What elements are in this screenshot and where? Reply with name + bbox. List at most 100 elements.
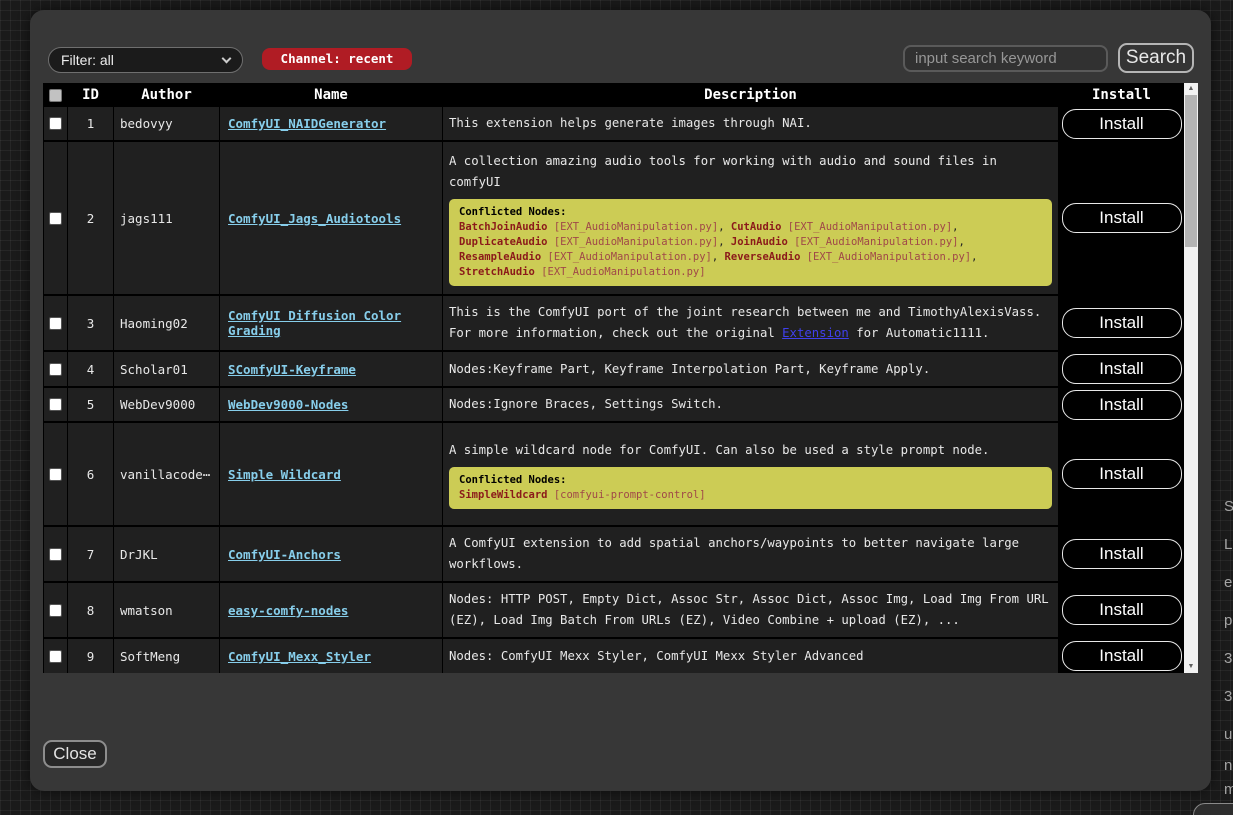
menu-text-fragment: u [1224, 726, 1232, 743]
conflicted-nodes-list: BatchJoinAudio [EXT_AudioManipulation.py… [459, 220, 1042, 280]
table-row: 4Scholar01SComfyUI-KeyframeNodes:Keyfram… [44, 351, 1185, 387]
extension-name-link[interactable]: ComfyUI_Mexx_Styler [228, 649, 371, 664]
install-button[interactable]: Install [1062, 354, 1182, 384]
row-checkbox[interactable] [49, 398, 62, 411]
table-row: 6vanillacode⋯Simple WildcardA simple wil… [44, 422, 1185, 526]
header-id: ID [68, 84, 114, 106]
scroll-down-arrow-icon[interactable]: ▼ [1184, 661, 1198, 673]
install-button[interactable]: Install [1062, 390, 1182, 420]
row-description: A ComfyUI extension to add spatial ancho… [443, 526, 1059, 582]
row-id: 8 [68, 582, 114, 638]
description-text: Nodes: ComfyUI Mexx Styler, ComfyUI Mexx… [449, 646, 1052, 667]
row-author: jags111 [114, 141, 220, 295]
row-install-cell: Install [1059, 106, 1185, 141]
row-checkbox[interactable] [49, 212, 62, 225]
conflicted-nodes-warning: Conflicted Nodes:SimpleWildcard [comfyui… [449, 467, 1052, 509]
menu-text-fragment: L [1224, 536, 1232, 553]
conflict-node-name: SimpleWildcard [459, 489, 548, 501]
row-checkbox[interactable] [49, 468, 62, 481]
extension-name-link[interactable]: ComfyUI Diffusion Color Grading [228, 308, 401, 338]
extension-name-link[interactable]: easy-comfy-nodes [228, 603, 348, 618]
external-extension-link[interactable]: Extension [782, 326, 849, 340]
extension-name-link[interactable]: ComfyUI_Jags_Audiotools [228, 211, 401, 226]
description-text: Nodes: HTTP POST, Empty Dict, Assoc Str,… [449, 589, 1052, 631]
row-description: This extension helps generate images thr… [443, 106, 1059, 141]
table-scrollbar[interactable]: ▲ ▼ [1184, 83, 1198, 673]
conflict-node-name: DuplicateAudio [459, 236, 548, 248]
search-button[interactable]: Search [1118, 43, 1194, 73]
row-checkbox-cell [44, 106, 68, 141]
row-checkbox-cell [44, 582, 68, 638]
comfyui-canvas-background: SLep33unm Filter: all Channel: recent Se… [0, 0, 1233, 815]
row-name-cell: ComfyUI_NAIDGenerator [220, 106, 443, 141]
conflict-node-source: [EXT_AudioManipulation.py] [554, 236, 718, 248]
row-checkbox-cell [44, 141, 68, 295]
custom-nodes-install-dialog: Filter: all Channel: recent Search ID Au… [30, 10, 1211, 791]
conflict-node-source: [EXT_AudioManipulation.py] [807, 251, 971, 263]
row-name-cell: ComfyUI Diffusion Color Grading [220, 295, 443, 351]
menu-text-fragment: n [1224, 757, 1232, 774]
scrollbar-thumb[interactable] [1185, 95, 1197, 247]
extension-name-link[interactable]: ComfyUI-Anchors [228, 547, 341, 562]
row-checkbox[interactable] [49, 117, 62, 130]
row-description: This is the ComfyUI port of the joint re… [443, 295, 1059, 351]
row-checkbox[interactable] [49, 650, 62, 663]
header-author: Author [114, 84, 220, 106]
extension-name-link[interactable]: Simple Wildcard [228, 467, 341, 482]
row-author: bedovyy [114, 106, 220, 141]
row-checkbox[interactable] [49, 363, 62, 376]
extension-name-link[interactable]: WebDev9000-Nodes [228, 397, 348, 412]
extension-name-link[interactable]: ComfyUI_NAIDGenerator [228, 116, 386, 131]
conflict-node-name: ResampleAudio [459, 251, 541, 263]
install-button[interactable]: Install [1062, 109, 1182, 139]
conflict-node-source: [EXT_AudioManipulation.py] [794, 236, 958, 248]
row-id: 6 [68, 422, 114, 526]
search-input[interactable] [903, 45, 1108, 72]
conflict-node-name: StretchAudio [459, 266, 535, 278]
conflicted-nodes-warning: Conflicted Nodes:BatchJoinAudio [EXT_Aud… [449, 199, 1052, 286]
filter-select-wrap: Filter: all [48, 47, 243, 73]
conflict-node-name: BatchJoinAudio [459, 221, 548, 233]
table-header-row: ID Author Name Description Install [44, 84, 1185, 106]
select-all-checkbox[interactable] [49, 89, 62, 102]
channel-button[interactable]: Channel: recent [262, 48, 412, 70]
row-checkbox[interactable] [49, 317, 62, 330]
scroll-up-arrow-icon[interactable]: ▲ [1184, 83, 1198, 95]
row-id: 4 [68, 351, 114, 387]
row-author: wmatson [114, 582, 220, 638]
extension-name-link[interactable]: SComfyUI-Keyframe [228, 362, 356, 377]
install-button[interactable]: Install [1062, 595, 1182, 625]
row-checkbox-cell [44, 422, 68, 526]
description-text: This is the ComfyUI port of the joint re… [449, 302, 1052, 344]
install-button[interactable]: Install [1062, 539, 1182, 569]
description-text: A ComfyUI extension to add spatial ancho… [449, 533, 1052, 575]
row-name-cell: ComfyUI_Jags_Audiotools [220, 141, 443, 295]
extensions-table: ID Author Name Description Install 1bedo… [43, 83, 1184, 673]
row-install-cell: Install [1059, 422, 1185, 526]
row-name-cell: easy-comfy-nodes [220, 582, 443, 638]
row-install-cell: Install [1059, 351, 1185, 387]
background-partial-button[interactable] [1193, 803, 1233, 815]
description-text: Nodes:Ignore Braces, Settings Switch. [449, 394, 1052, 415]
row-install-cell: Install [1059, 387, 1185, 422]
filter-select[interactable]: Filter: all [48, 47, 243, 73]
conflict-node-name: JoinAudio [731, 236, 788, 248]
table-row: 2jags111ComfyUI_Jags_AudiotoolsA collect… [44, 141, 1185, 295]
install-button[interactable]: Install [1062, 641, 1182, 671]
row-checkbox-cell [44, 387, 68, 422]
row-description: Nodes: HTTP POST, Empty Dict, Assoc Str,… [443, 582, 1059, 638]
conflict-node-name: ReverseAudio [725, 251, 801, 263]
install-button[interactable]: Install [1062, 203, 1182, 233]
row-description: A collection amazing audio tools for wor… [443, 141, 1059, 295]
row-checkbox[interactable] [49, 604, 62, 617]
close-button[interactable]: Close [43, 740, 107, 768]
row-checkbox[interactable] [49, 548, 62, 561]
header-name: Name [220, 84, 443, 106]
row-id: 5 [68, 387, 114, 422]
header-description: Description [443, 84, 1059, 106]
description-text: This extension helps generate images thr… [449, 113, 1052, 134]
menu-text-fragment: 3 [1224, 650, 1232, 667]
row-name-cell: ComfyUI_Mexx_Styler [220, 638, 443, 673]
install-button[interactable]: Install [1062, 459, 1182, 489]
install-button[interactable]: Install [1062, 308, 1182, 338]
